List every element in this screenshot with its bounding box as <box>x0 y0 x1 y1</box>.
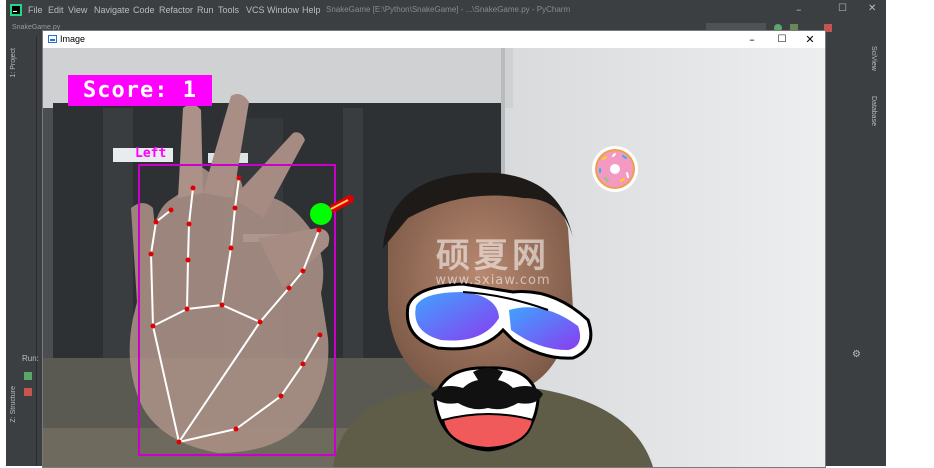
rerun-icon[interactable] <box>24 372 32 380</box>
tab-database[interactable]: Database <box>870 96 877 126</box>
donut-icon <box>592 146 638 192</box>
image-window-titlebar[interactable]: Image – ☐ ✕ <box>43 31 825 48</box>
image-window: Image – ☐ ✕ Score: 1 Left 硕夏网 www.sxiaw.… <box>42 30 826 468</box>
menu-edit[interactable]: Edit <box>48 5 64 15</box>
close-button[interactable]: ✕ <box>795 31 825 48</box>
watermark: 硕夏网 www.sxiaw.com <box>393 228 593 288</box>
pycharm-icon <box>10 4 22 16</box>
menu-refactor[interactable]: Refactor <box>159 5 193 15</box>
menu-tools[interactable]: Tools <box>218 5 239 15</box>
ide-menubar: File Edit View Navigate Code Refactor Ru… <box>6 0 886 23</box>
menu-vcs[interactable]: VCS <box>246 5 265 15</box>
menu-file[interactable]: File <box>28 5 43 15</box>
run-panel-label: Run: <box>22 354 39 363</box>
settings-gear-icon[interactable]: ⚙ <box>852 349 861 360</box>
tab-structure[interactable]: Z: Structure <box>10 386 17 423</box>
tab-sciview[interactable]: SciView <box>870 46 877 71</box>
image-window-title: Image <box>60 34 86 44</box>
ide-close-button[interactable]: ✕ <box>868 3 876 14</box>
run-stop-icon[interactable] <box>24 388 32 396</box>
snake-head <box>310 203 332 225</box>
menu-window[interactable]: Window <box>267 5 299 15</box>
ide-minimize-button[interactable]: – <box>796 3 802 16</box>
score-text: Score: 1 <box>83 78 197 103</box>
watermark-title: 硕夏网 <box>436 236 550 276</box>
webcam-frame: Score: 1 Left 硕夏网 www.sxiaw.com <box>43 48 825 467</box>
watermark-url: www.sxiaw.com <box>435 273 551 288</box>
ide-title: SnakeGame [E:\Python\SnakeGame] - ...\Sn… <box>326 5 571 14</box>
tab-project[interactable]: 1: Project <box>10 48 17 78</box>
score-badge: Score: 1 <box>68 75 212 106</box>
ide-right-toolstrip: SciView Database <box>866 36 886 466</box>
hand-label: Left <box>135 146 167 161</box>
minimize-button[interactable]: – <box>737 31 767 48</box>
menu-view[interactable]: View <box>68 5 87 15</box>
menu-code[interactable]: Code <box>133 5 155 15</box>
menu-run[interactable]: Run <box>197 5 214 15</box>
image-window-icon <box>48 35 57 43</box>
maximize-button[interactable]: ☐ <box>767 31 797 48</box>
menu-navigate[interactable]: Navigate <box>94 5 130 15</box>
ide-maximize-button[interactable]: ☐ <box>838 3 847 14</box>
menu-help[interactable]: Help <box>302 5 321 15</box>
ide-left-toolstrip: 1: Project Z: Structure <box>6 36 37 466</box>
